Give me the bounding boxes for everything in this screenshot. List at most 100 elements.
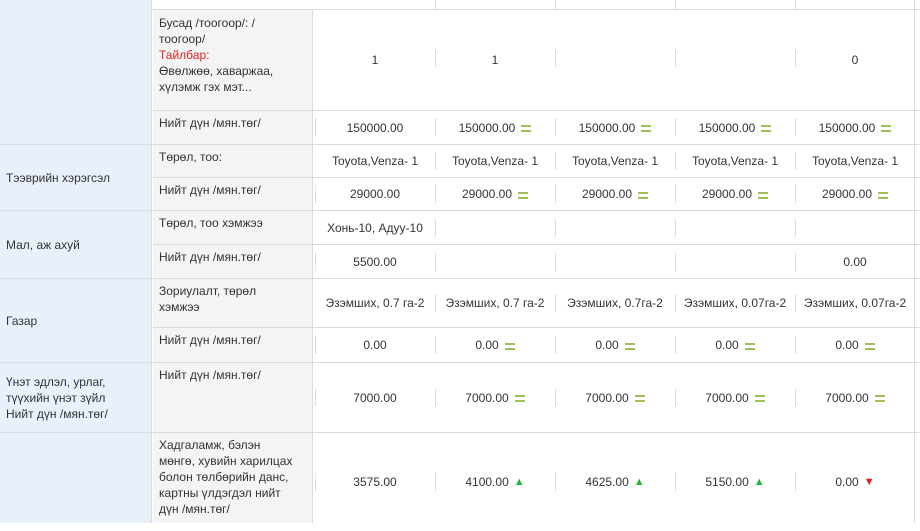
column-separator — [795, 152, 796, 170]
equal-icon — [864, 342, 875, 350]
land-total-cell: 0.00 — [435, 328, 555, 362]
column-separator — [675, 219, 676, 237]
column-separator — [675, 50, 676, 68]
savings-cell: 5150.00 ▲ — [705, 475, 765, 489]
column-separator — [555, 219, 556, 237]
securities-total-cell: 7000.00 — [435, 363, 555, 432]
column-separator — [795, 50, 796, 68]
category-land: Газар — [0, 279, 152, 362]
column-separator — [555, 0, 556, 9]
vehicle-type-cell: Toyota,Venza- 1 — [571, 154, 659, 168]
livestock-type-cell: Хонь-10, Адуу-10 — [327, 220, 423, 235]
column-separator — [315, 118, 316, 136]
column-separator — [315, 473, 316, 491]
column-separator — [315, 336, 316, 354]
column-separator — [675, 294, 676, 312]
column-separator — [675, 152, 676, 170]
busad-total-cell: 150000.00 — [555, 111, 675, 144]
livestock-type-cell — [435, 211, 555, 244]
land-type-label: Зориулалт, төрөл хэмжээ — [153, 279, 313, 327]
column-separator — [795, 473, 796, 491]
vehicle-total-label: Нийт дүн /мян.төг/ — [153, 178, 313, 210]
savings-cell: 3575.00 — [353, 475, 397, 489]
livestock-total-cell: 0.00 — [843, 254, 867, 269]
vehicle-total-cell: 29000.00 — [349, 187, 401, 201]
equal-icon — [881, 125, 892, 132]
column-separator — [555, 388, 556, 406]
column-separator — [795, 253, 796, 271]
securities-total-label: Нийт дүн /мян.төг/ — [153, 363, 313, 432]
vehicle-type-cell: Toyota,Venza- 1 — [331, 154, 419, 168]
column-separator — [675, 388, 676, 406]
arrow-up-icon: ▲ — [753, 476, 765, 488]
equal-icon — [518, 191, 529, 199]
column-separator — [795, 388, 796, 406]
busad-value-cell: 1 — [491, 53, 499, 67]
equal-icon — [521, 125, 532, 132]
category-cell-busad — [0, 0, 152, 144]
vehicle-type-cell: Toyota,Venza- 1 — [451, 154, 539, 168]
equal-icon — [634, 395, 645, 402]
land-type-cell: Эзэмших, 0.7га-2 — [567, 296, 663, 310]
busad-value-cell: 1 — [371, 53, 379, 67]
arrow-up-icon: ▲ — [513, 476, 525, 488]
land-type-cell: Эзэмших, 0.7 га-2 — [325, 296, 425, 310]
equal-icon — [514, 395, 525, 402]
column-separator — [555, 336, 556, 354]
column-separator — [435, 118, 436, 136]
column-separator — [675, 0, 676, 9]
savings-label: Хадгаламж, бэлэн мөнгө, хувийн харилцах … — [153, 433, 313, 523]
column-separator — [795, 0, 796, 9]
securities-total-cell: 7000.00 — [675, 363, 795, 432]
vehicle-type-label: Төрөл, тоо: — [153, 145, 313, 177]
column-separator — [435, 0, 436, 9]
equal-icon — [758, 191, 769, 199]
table-right-border — [914, 0, 915, 523]
vehicle-type-cell: Toyota,Venza- 1 — [811, 154, 899, 168]
arrow-up-icon: ▲ — [633, 476, 645, 488]
vehicle-total-cell: 29000.00 — [435, 178, 555, 210]
busad-value-cell — [675, 10, 795, 110]
column-separator — [435, 336, 436, 354]
land-type-cell: Эзэмших, 0.07га-2 — [803, 296, 907, 310]
livestock-total-label: Нийт дүн /мян.төг/ — [153, 245, 313, 278]
column-separator — [435, 388, 436, 406]
busad-value-cell — [555, 10, 675, 110]
vehicle-total-cell: 29000.00 — [795, 178, 915, 210]
column-separator — [555, 294, 556, 312]
column-separator — [675, 118, 676, 136]
vehicle-type-cell: Toyota,Venza- 1 — [691, 154, 779, 168]
busad-value-cell: 0 — [851, 53, 859, 67]
livestock-total-cell — [555, 245, 675, 278]
securities-total-cell: 7000.00 — [795, 363, 915, 432]
column-separator — [795, 219, 796, 237]
column-separator — [795, 185, 796, 203]
busad-label-line2: тоогоор/ — [159, 32, 206, 46]
column-separator — [435, 185, 436, 203]
column-separator — [435, 152, 436, 170]
busad-label-line1: Бусад /тоогоор/: / — [159, 16, 255, 30]
busad-total-cell: 150000.00 — [346, 120, 404, 135]
livestock-total-cell — [675, 245, 795, 278]
column-separator — [435, 219, 436, 237]
land-total-cell: 0.00 — [363, 338, 387, 352]
note-title: Тайлбар — [159, 48, 207, 62]
land-type-cell: Эзэмших, 0.7 га-2 — [445, 296, 545, 310]
livestock-type-cell — [795, 211, 915, 244]
equal-icon — [504, 342, 515, 350]
livestock-type-cell — [555, 211, 675, 244]
vehicle-total-cell: 29000.00 — [675, 178, 795, 210]
column-separator — [435, 253, 436, 271]
securities-total-cell: 7000.00 — [555, 363, 675, 432]
equal-icon — [624, 342, 635, 350]
column-separator — [435, 294, 436, 312]
column-separator — [675, 185, 676, 203]
land-total-label: Нийт дүн /мян.төг/ — [153, 328, 313, 362]
busad-total-cell: 150000.00 — [795, 111, 915, 144]
equal-icon — [638, 191, 649, 199]
column-separator — [315, 388, 316, 406]
category-vehicle: Тээврийн хэрэгсэл — [0, 145, 152, 210]
column-separator — [555, 152, 556, 170]
savings-cell: 4100.00 ▲ — [465, 475, 525, 489]
livestock-type-cell — [675, 211, 795, 244]
